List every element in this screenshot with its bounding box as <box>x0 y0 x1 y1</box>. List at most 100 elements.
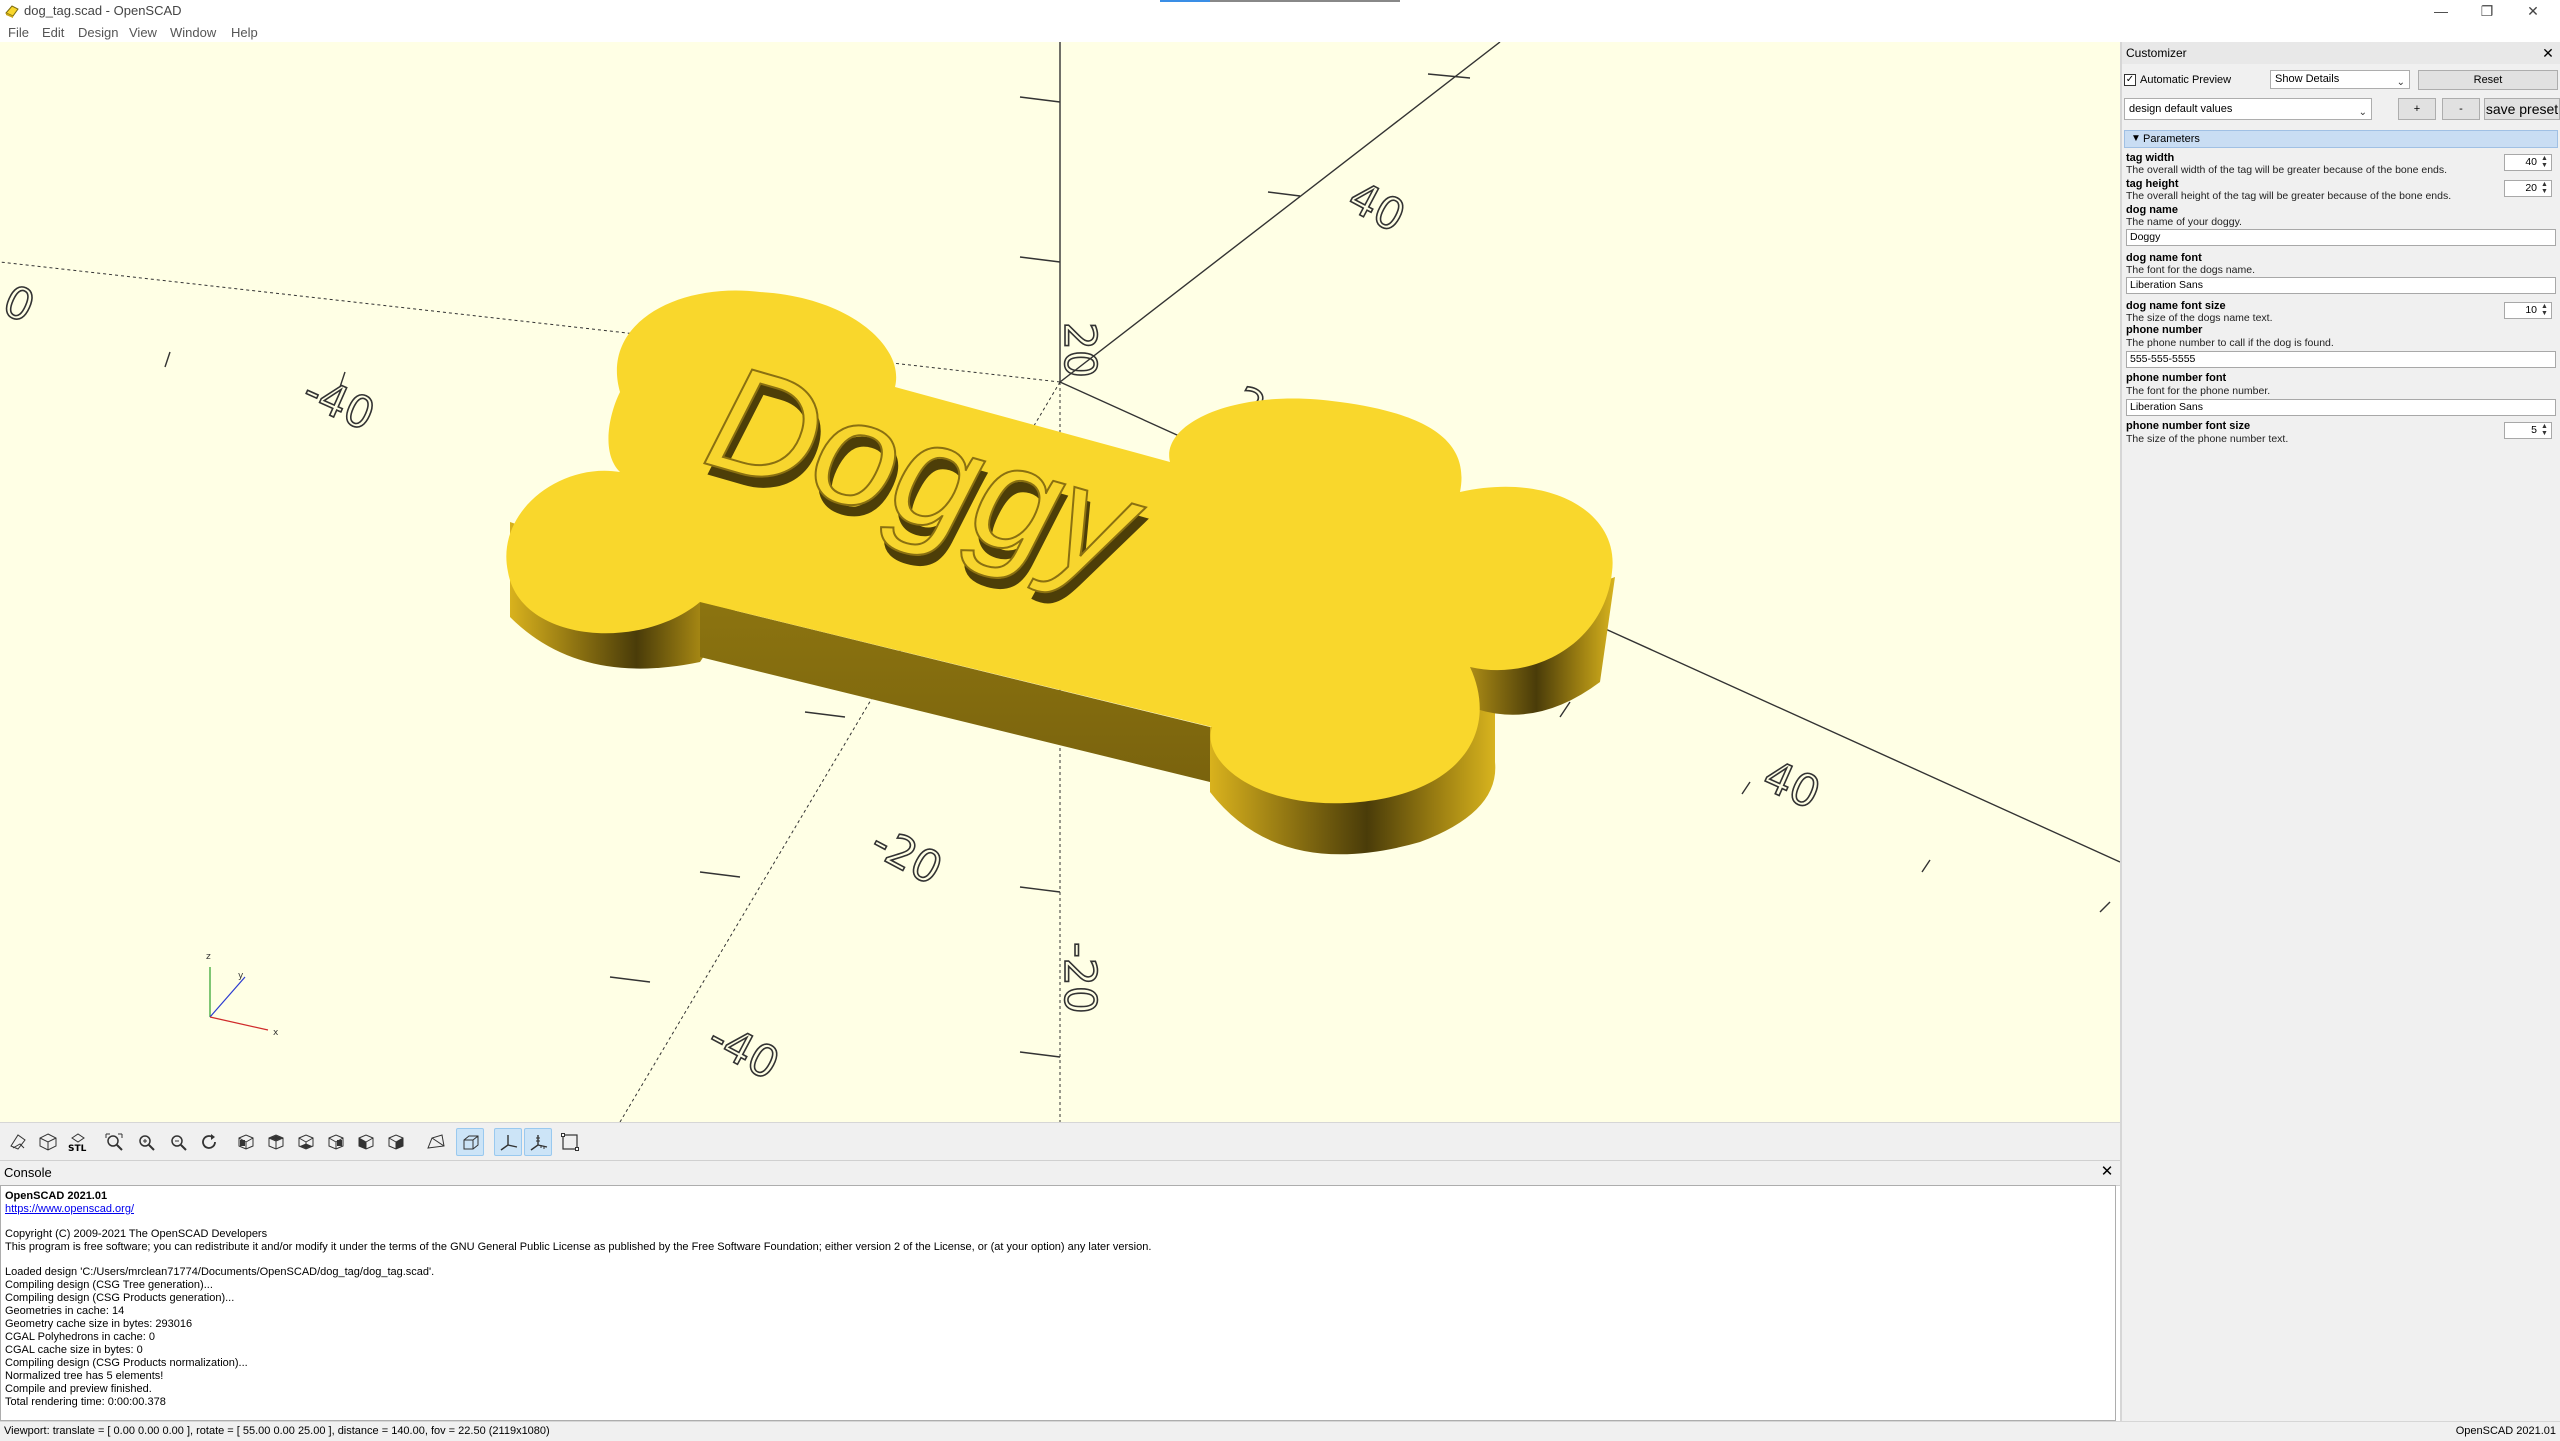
reset-button[interactable]: Reset <box>2418 70 2558 90</box>
close-window-button[interactable]: ✕ <box>2510 0 2556 22</box>
console-log-line: CGAL Polyhedrons in cache: 0 <box>5 1331 156 1343</box>
menu-window[interactable]: Window <box>170 25 216 40</box>
y-axis-positive <box>1059 42 1501 383</box>
render-button[interactable] <box>34 1128 62 1156</box>
param-dog-name-font-size-name: dog name font size <box>2126 300 2226 312</box>
preview-button[interactable] <box>4 1128 32 1156</box>
menu-help[interactable]: Help <box>231 25 258 40</box>
view-back-icon <box>388 1134 404 1150</box>
show-scale-markers-button[interactable] <box>524 1128 552 1156</box>
svg-text:z: z <box>206 952 211 962</box>
svg-text:STL: STL <box>68 1144 87 1152</box>
details-select[interactable]: Show Details ⌄ <box>2270 70 2410 89</box>
param-phone-number-font-size-desc: The size of the phone number text. <box>2126 433 2289 445</box>
axis-label-y40: 40 <box>1340 172 1413 243</box>
param-dog-name-font-size-value: 10 <box>2525 304 2537 316</box>
view-front-button[interactable] <box>352 1128 380 1156</box>
perspective-button[interactable] <box>422 1128 450 1156</box>
param-dog-name-font-desc: The font for the dogs name. <box>2126 264 2255 276</box>
save-preset-button[interactable]: save preset <box>2484 98 2560 120</box>
show-axes-button[interactable] <box>494 1128 522 1156</box>
view-left-button[interactable] <box>322 1128 350 1156</box>
zoom-in-icon <box>139 1135 155 1151</box>
param-tag-height-spinbox[interactable]: 20 ▲ ▼ <box>2504 180 2552 197</box>
show-edges-icon <box>561 1133 579 1151</box>
svg-text:x: x <box>273 1028 279 1038</box>
export-stl-icon: STL <box>68 1133 87 1152</box>
minimize-button[interactable]: — <box>2418 0 2464 22</box>
spinner-arrows-icon[interactable]: ▲ ▼ <box>2539 423 2550 437</box>
axis-label-y-20: -20 <box>863 817 950 896</box>
view-back-button[interactable] <box>382 1128 410 1156</box>
param-tag-width-spinbox[interactable]: 40 ▲ ▼ <box>2504 154 2552 171</box>
x-axis-negative <box>0 261 1061 383</box>
view-bottom-icon <box>298 1134 314 1150</box>
parameters-section-header[interactable]: ▼ Parameters <box>2124 130 2558 148</box>
param-tag-height-desc: The overall height of the tag will be gr… <box>2126 190 2452 202</box>
spinner-arrows-icon[interactable]: ▲ ▼ <box>2539 303 2550 317</box>
preset-select[interactable]: design default values ⌄ <box>2124 98 2372 120</box>
console-log-line: Geometry cache size in bytes: 293016 <box>5 1318 193 1330</box>
spinner-arrows-icon[interactable]: ▲ ▼ <box>2539 155 2550 169</box>
param-phone-number-name: phone number <box>2126 324 2203 336</box>
show-scale-markers-icon <box>530 1135 548 1151</box>
customizer-panel: Customizer ✕ ✓ Automatic Preview Show De… <box>2120 42 2560 1421</box>
param-phone-number-font-size-spinbox[interactable]: 5 ▲ ▼ <box>2504 422 2552 439</box>
console-website-link[interactable]: https://www.openscad.org/ <box>5 1203 134 1215</box>
param-phone-number-input[interactable]: 555-555-5555 <box>2126 351 2556 368</box>
axis-label-z-20: -20 <box>1054 942 1105 1014</box>
view-left-icon <box>328 1134 344 1150</box>
viewport-canvas: 20 -20 40 20 -40 40 -20 -40 0 <box>0 42 2120 1122</box>
reset-view-button[interactable] <box>196 1128 224 1156</box>
zoom-in-button[interactable] <box>132 1128 160 1156</box>
console-log-line: Loaded design 'C:/Users/mrclean71774/Doc… <box>5 1266 435 1278</box>
console-version: OpenSCAD 2021.01 <box>5 1190 108 1202</box>
show-edges-button[interactable] <box>556 1128 584 1156</box>
axis-label-x40: 40 <box>1756 750 1828 819</box>
customizer-close-button[interactable]: ✕ <box>2540 44 2556 62</box>
view-top-button[interactable] <box>262 1128 290 1156</box>
view-right-button[interactable] <box>232 1128 260 1156</box>
render-icon <box>39 1133 57 1151</box>
param-dog-name-font-input[interactable]: Liberation Sans <box>2126 277 2556 294</box>
param-dog-name-input[interactable]: Doggy <box>2126 229 2556 246</box>
console-license: This program is free software; you can r… <box>5 1241 1152 1253</box>
menu-edit[interactable]: Edit <box>42 25 64 40</box>
axis-label-z20: 20 <box>1054 322 1105 378</box>
param-dog-name-font-name: dog name font <box>2126 252 2202 264</box>
console-output[interactable]: OpenSCAD 2021.01 https://www.openscad.or… <box>0 1185 2116 1421</box>
axis-label-x-edge: 0 <box>0 275 42 333</box>
param-phone-number-font-size-value: 5 <box>2531 424 2537 436</box>
remove-preset-button[interactable]: - <box>2442 98 2480 120</box>
param-dog-name-font-size-spinbox[interactable]: 10 ▲ ▼ <box>2504 302 2552 319</box>
param-phone-number-font-input[interactable]: Liberation Sans <box>2126 399 2556 416</box>
status-bar: Viewport: translate = [ 0.00 0.00 0.00 ]… <box>0 1421 2560 1441</box>
zoom-out-button[interactable] <box>164 1128 192 1156</box>
export-stl-button[interactable]: STL <box>64 1128 92 1156</box>
version-status: OpenSCAD 2021.01 <box>2455 1425 2556 1437</box>
reset-view-icon <box>202 1134 216 1149</box>
details-select-value: Show Details <box>2275 73 2340 85</box>
auto-preview-checkbox[interactable]: ✓ <box>2124 74 2136 86</box>
viewport-status: Viewport: translate = [ 0.00 0.00 0.00 ]… <box>4 1425 550 1437</box>
title-bar: dog_tag.scad - OpenSCAD — ❐ ✕ <box>0 0 2560 22</box>
spinner-arrows-icon[interactable]: ▲ ▼ <box>2539 181 2550 195</box>
console-close-button[interactable]: ✕ <box>2098 1162 2116 1182</box>
orthogonal-button[interactable] <box>456 1128 484 1156</box>
3d-viewport[interactable]: 20 -20 40 20 -40 40 -20 -40 0 <box>0 42 2120 1122</box>
view-all-icon <box>105 1133 123 1151</box>
title-bar-indicator-accent <box>1160 0 1210 2</box>
chevron-down-icon: ⌄ <box>2358 107 2367 118</box>
customizer-header: Customizer ✕ <box>2122 42 2560 64</box>
menu-view[interactable]: View <box>129 25 157 40</box>
show-axes-icon <box>500 1135 518 1151</box>
view-toolbar: STL <box>0 1122 2120 1161</box>
add-preset-button[interactable]: + <box>2398 98 2436 120</box>
menu-design[interactable]: Design <box>78 25 118 40</box>
console-title: Console <box>4 1165 52 1180</box>
view-bottom-button[interactable] <box>292 1128 320 1156</box>
restore-button[interactable]: ❐ <box>2464 0 2510 22</box>
view-all-button[interactable] <box>100 1128 128 1156</box>
view-front-icon <box>358 1134 374 1150</box>
menu-file[interactable]: File <box>8 25 29 40</box>
